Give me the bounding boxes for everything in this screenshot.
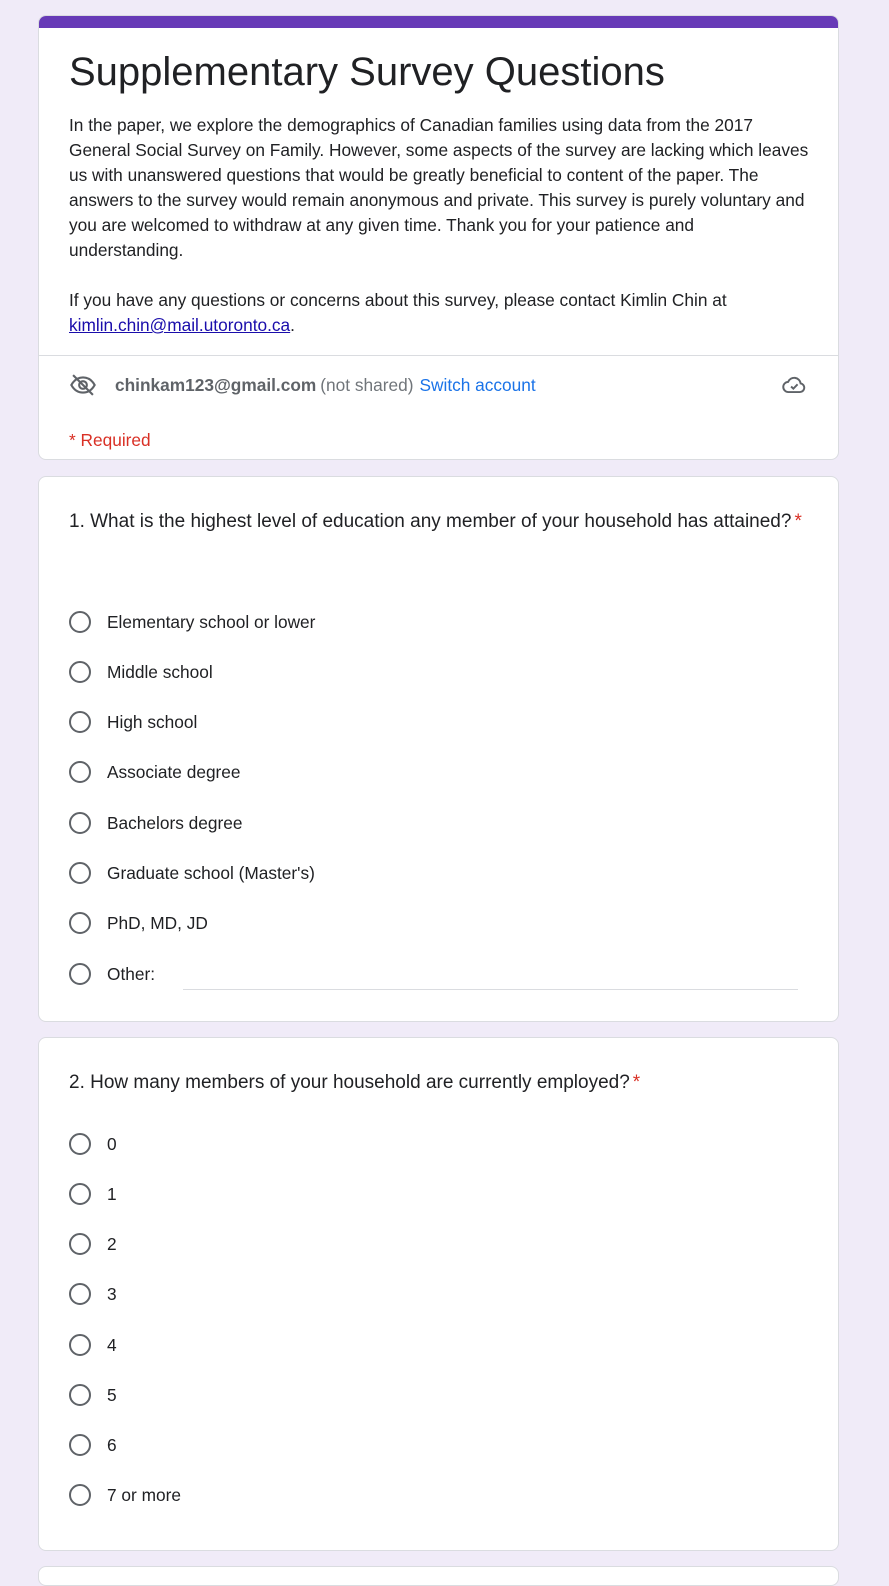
radio-option[interactable]: 5 bbox=[69, 1370, 798, 1420]
header-divider bbox=[39, 355, 838, 356]
radio-button[interactable] bbox=[69, 761, 91, 784]
radio-button[interactable] bbox=[69, 1133, 91, 1156]
form-title: Supplementary Survey Questions bbox=[69, 50, 665, 94]
option-label: 6 bbox=[107, 1434, 117, 1455]
option-label: 3 bbox=[107, 1283, 117, 1304]
question-text: 2. How many members of your household ar… bbox=[69, 1072, 630, 1093]
radio-button[interactable] bbox=[69, 1334, 91, 1357]
radio-option[interactable]: 7 or more bbox=[69, 1470, 798, 1520]
form-description-paragraph: In the paper, we explore the demographic… bbox=[69, 115, 809, 260]
radio-option[interactable]: Middle school bbox=[69, 647, 798, 697]
form-accent-bar bbox=[39, 16, 838, 28]
contact-suffix: . bbox=[290, 315, 295, 335]
option-label: 2 bbox=[107, 1233, 117, 1254]
cloud-check-icon bbox=[782, 376, 806, 394]
option-label: Bachelors degree bbox=[107, 812, 243, 833]
option-label: 4 bbox=[107, 1334, 117, 1355]
radio-button[interactable] bbox=[69, 611, 91, 634]
other-text-input[interactable] bbox=[183, 963, 798, 990]
radio-button[interactable] bbox=[69, 711, 91, 734]
option-label: 1 bbox=[107, 1183, 117, 1204]
option-label: 5 bbox=[107, 1384, 117, 1405]
eye-off-icon bbox=[70, 374, 96, 396]
radio-option[interactable]: Elementary school or lower bbox=[69, 597, 798, 647]
radio-button[interactable] bbox=[69, 912, 91, 935]
account-email: chinkam123@gmail.com bbox=[115, 374, 317, 395]
form-contact-paragraph: If you have any questions or concerns ab… bbox=[69, 288, 809, 338]
radio-button[interactable] bbox=[69, 1283, 91, 1306]
option-label: 7 or more bbox=[107, 1484, 181, 1505]
option-label: Other: bbox=[107, 963, 156, 984]
option-label: Associate degree bbox=[107, 761, 241, 782]
question-card-1: 1. What is the highest level of educatio… bbox=[38, 476, 839, 1022]
question-title: 1. What is the highest level of educatio… bbox=[69, 507, 809, 536]
option-label: PhD, MD, JD bbox=[107, 912, 208, 933]
account-row: chinkam123@gmail.com (not shared) Switch… bbox=[69, 370, 808, 400]
form-header-card: Supplementary Survey Questions In the pa… bbox=[38, 15, 839, 460]
radio-option[interactable]: 3 bbox=[69, 1269, 798, 1319]
option-label: 0 bbox=[107, 1133, 117, 1154]
account-not-shared-note: (not shared) bbox=[320, 374, 414, 395]
radio-button[interactable] bbox=[69, 862, 91, 885]
next-question-card-edge bbox=[38, 1566, 839, 1586]
question-title: 2. How many members of your household ar… bbox=[69, 1068, 809, 1097]
radio-option[interactable]: High school bbox=[69, 697, 798, 747]
radio-option[interactable]: 4 bbox=[69, 1320, 798, 1370]
switch-account-link[interactable]: Switch account bbox=[419, 375, 535, 396]
radio-option[interactable]: 2 bbox=[69, 1219, 798, 1269]
radio-button[interactable] bbox=[69, 963, 91, 986]
required-asterisk: * bbox=[632, 1072, 641, 1093]
radio-button[interactable] bbox=[69, 1484, 91, 1507]
question-text: 1. What is the highest level of educatio… bbox=[69, 511, 792, 532]
radio-option[interactable]: Associate degree bbox=[69, 747, 798, 797]
option-label: Elementary school or lower bbox=[107, 611, 316, 632]
option-label: Graduate school (Master's) bbox=[107, 862, 315, 883]
radio-button[interactable] bbox=[69, 661, 91, 684]
question-card-2: 2. How many members of your household ar… bbox=[38, 1037, 839, 1551]
radio-button[interactable] bbox=[69, 812, 91, 835]
radio-option[interactable]: 0 bbox=[69, 1119, 798, 1169]
radio-button[interactable] bbox=[69, 1384, 91, 1407]
radio-button[interactable] bbox=[69, 1434, 91, 1457]
radio-option[interactable]: 6 bbox=[69, 1420, 798, 1470]
radio-button[interactable] bbox=[69, 1183, 91, 1206]
option-label: Middle school bbox=[107, 661, 213, 682]
option-label: High school bbox=[107, 711, 198, 732]
radio-button[interactable] bbox=[69, 1233, 91, 1256]
radio-option[interactable]: PhD, MD, JD bbox=[69, 898, 798, 948]
contact-text: If you have any questions or concerns ab… bbox=[69, 290, 727, 310]
required-asterisk: * bbox=[794, 511, 802, 532]
radio-option[interactable]: Graduate school (Master's) bbox=[69, 848, 798, 898]
radio-option[interactable]: 1 bbox=[69, 1169, 798, 1219]
radio-option[interactable]: Bachelors degree bbox=[69, 798, 798, 848]
contact-email-link[interactable]: kimlin.chin@mail.utoronto.ca bbox=[69, 315, 290, 335]
required-note: * Required bbox=[69, 430, 151, 450]
radio-option-other[interactable]: Other: bbox=[69, 949, 798, 999]
form-description: In the paper, we explore the demographic… bbox=[69, 113, 809, 338]
